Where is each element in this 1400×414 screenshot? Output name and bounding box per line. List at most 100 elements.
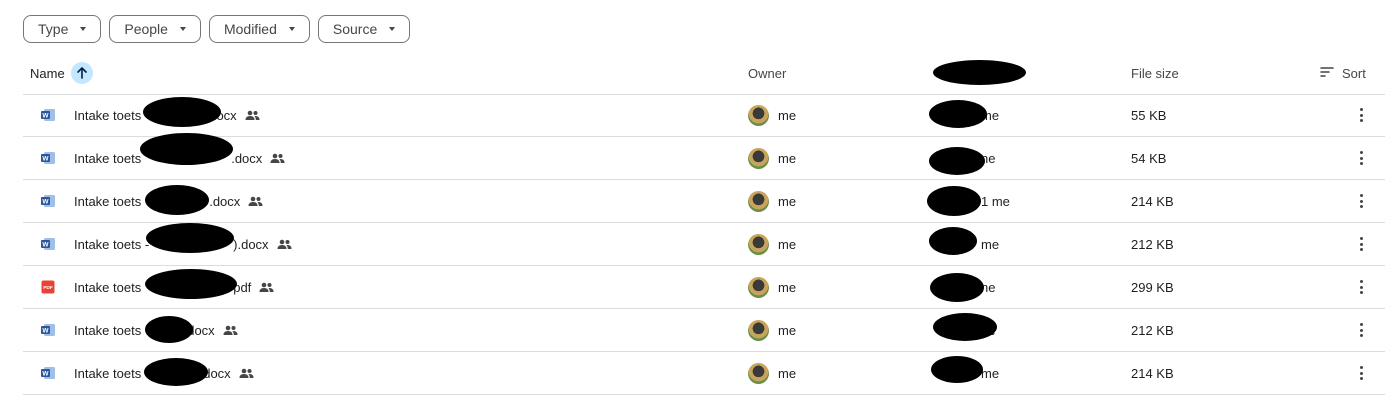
file-name-prefix: Intake toets — [74, 279, 142, 295]
file-size-cell: 55 KB — [1131, 94, 1166, 136]
word-doc-icon: W — [41, 309, 56, 351]
file-size: 214 KB — [1131, 365, 1174, 381]
shared-people-icon — [223, 325, 238, 335]
word-doc-icon: W — [41, 223, 56, 265]
caret-down-icon — [389, 27, 396, 31]
owner-column-label: Owner — [748, 65, 787, 81]
redaction-mark — [933, 60, 1026, 85]
owner-name: me — [778, 150, 797, 166]
file-name-prefix: Intake toets — [74, 365, 142, 381]
avatar[interactable] — [748, 104, 769, 126]
word-doc-icon: W — [41, 137, 56, 179]
file-size-cell: 212 KB — [1131, 223, 1174, 265]
word-doc-icon: W — [41, 352, 56, 394]
shared-people-icon — [248, 196, 263, 206]
svg-text:W: W — [42, 156, 49, 163]
more-vert-icon — [1359, 280, 1363, 294]
owner-column-header[interactable]: Owner — [748, 52, 786, 94]
shared-people-icon — [277, 239, 292, 249]
pdf-icon: PDF — [41, 266, 56, 308]
avatar[interactable] — [748, 147, 769, 169]
more-vert-icon — [1359, 366, 1363, 380]
svg-text:W: W — [42, 113, 49, 120]
redaction-mark — [145, 269, 237, 299]
redaction-mark — [929, 100, 987, 128]
file-name-prefix: Intake toets — [74, 193, 142, 209]
avatar[interactable] — [748, 190, 769, 212]
file-size-column-label: File size — [1131, 65, 1179, 81]
avatar[interactable] — [748, 319, 769, 341]
shared-people-icon — [270, 153, 285, 163]
sort-label: Sort — [1342, 65, 1366, 81]
owner-cell: me — [748, 137, 796, 179]
filter-bar: Type People Modified Source — [23, 15, 411, 43]
file-size-cell: 54 KB — [1131, 137, 1166, 179]
avatar[interactable] — [748, 362, 769, 384]
owner-cell: me — [748, 266, 796, 308]
file-size-column-header[interactable]: File size — [1131, 52, 1179, 94]
file-name-prefix: Intake toets — [74, 322, 142, 338]
table-row[interactable]: W Intake toets - ).docx me me 212 KB — [23, 223, 1385, 266]
filter-type-chip[interactable]: Type — [23, 15, 102, 43]
word-doc-icon: W — [41, 180, 56, 222]
last-modified-column-header[interactable] — [933, 52, 1053, 94]
owner-cell: me — [748, 180, 796, 222]
filter-modified-chip[interactable]: Modified — [208, 15, 310, 43]
filter-people-label: People — [124, 21, 168, 37]
file-list: W Intake toets docx me me 55 KB W Intake… — [23, 94, 1385, 395]
file-list-header: Name Owner File size Sort — [23, 52, 1385, 95]
last-modified-cell: me — [981, 223, 999, 265]
caret-down-icon — [80, 27, 87, 31]
more-actions-button[interactable] — [1351, 309, 1371, 351]
word-doc-icon: W — [41, 94, 56, 136]
more-vert-icon — [1359, 151, 1363, 165]
file-size: 212 KB — [1131, 236, 1174, 252]
table-row[interactable]: W Intake toets docx me me 55 KB — [23, 94, 1385, 137]
caret-down-icon — [179, 27, 186, 31]
more-actions-button[interactable] — [1351, 94, 1371, 136]
more-actions-button[interactable] — [1351, 223, 1371, 265]
last-modified-cell: 1 me — [981, 180, 1010, 222]
modified-by: 1 me — [981, 193, 1010, 209]
shared-people-icon — [239, 368, 254, 378]
redaction-mark — [144, 358, 208, 386]
table-row[interactable]: W Intake toets .docx me 1 me 214 KB — [23, 180, 1385, 223]
table-row[interactable]: W Intake toets .docx me ne 54 KB — [23, 133, 1385, 180]
redaction-mark — [930, 273, 984, 302]
name-column-label: Name — [30, 65, 65, 81]
more-vert-icon — [1359, 108, 1363, 122]
more-actions-button[interactable] — [1351, 266, 1371, 308]
filter-people-chip[interactable]: People — [109, 15, 201, 43]
last-modified-cell: me — [981, 352, 999, 394]
svg-text:W: W — [42, 371, 49, 378]
file-size: 214 KB — [1131, 193, 1174, 209]
redaction-mark — [927, 186, 981, 216]
name-column-header[interactable]: Name — [30, 52, 93, 94]
file-name-prefix: Intake toets — [74, 150, 142, 166]
sort-ascending-icon[interactable] — [70, 62, 93, 84]
file-name-suffix: .docx — [209, 193, 241, 209]
more-actions-button[interactable] — [1351, 352, 1371, 394]
sort-button[interactable]: Sort — [1320, 52, 1366, 94]
table-row[interactable]: PDF Intake toets pdf me ne 299 KB — [23, 266, 1385, 309]
owner-name: me — [778, 236, 797, 252]
owner-name: me — [778, 365, 797, 381]
owner-name: me — [778, 322, 797, 338]
caret-down-icon — [288, 27, 295, 31]
more-actions-button[interactable] — [1351, 180, 1371, 222]
file-size: 55 KB — [1131, 107, 1167, 123]
filter-source-chip[interactable]: Source — [317, 15, 411, 43]
modified-by: me — [981, 236, 1000, 252]
table-row[interactable]: W Intake toets docx me me 214 KB — [23, 352, 1385, 395]
owner-name: me — [778, 279, 797, 295]
file-size-cell: 214 KB — [1131, 180, 1174, 222]
redaction-mark — [929, 227, 977, 255]
owner-cell: me — [748, 94, 796, 136]
file-size-cell: 214 KB — [1131, 352, 1174, 394]
more-actions-button[interactable] — [1351, 137, 1371, 179]
file-name-prefix: Intake toets - — [74, 236, 150, 252]
avatar[interactable] — [748, 233, 769, 255]
avatar[interactable] — [748, 276, 769, 298]
table-row[interactable]: W Intake toets docx me ne 212 KB — [23, 309, 1385, 352]
svg-text:W: W — [42, 242, 49, 249]
